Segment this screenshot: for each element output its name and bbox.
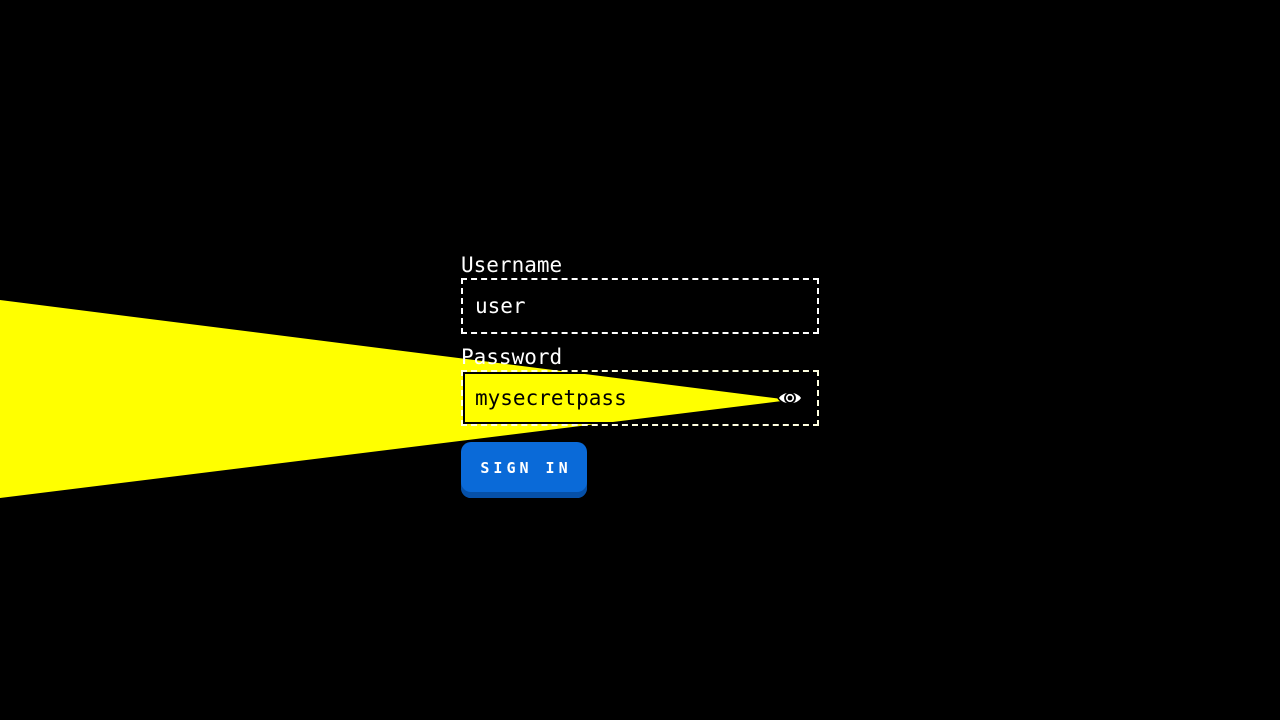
sign-in-button[interactable]: SIGN IN (461, 442, 587, 498)
username-input[interactable] (463, 280, 817, 332)
login-form: Username Password SIGN IN (461, 252, 819, 498)
password-label: Password (461, 345, 563, 369)
login-screen: Username Password SIGN IN (0, 0, 1280, 720)
password-input[interactable] (463, 372, 817, 424)
eye-icon[interactable] (775, 387, 805, 409)
password-field-box (461, 370, 819, 426)
password-input-wrapper (463, 372, 817, 424)
username-label: Username (461, 253, 563, 277)
username-field-box (461, 278, 819, 334)
